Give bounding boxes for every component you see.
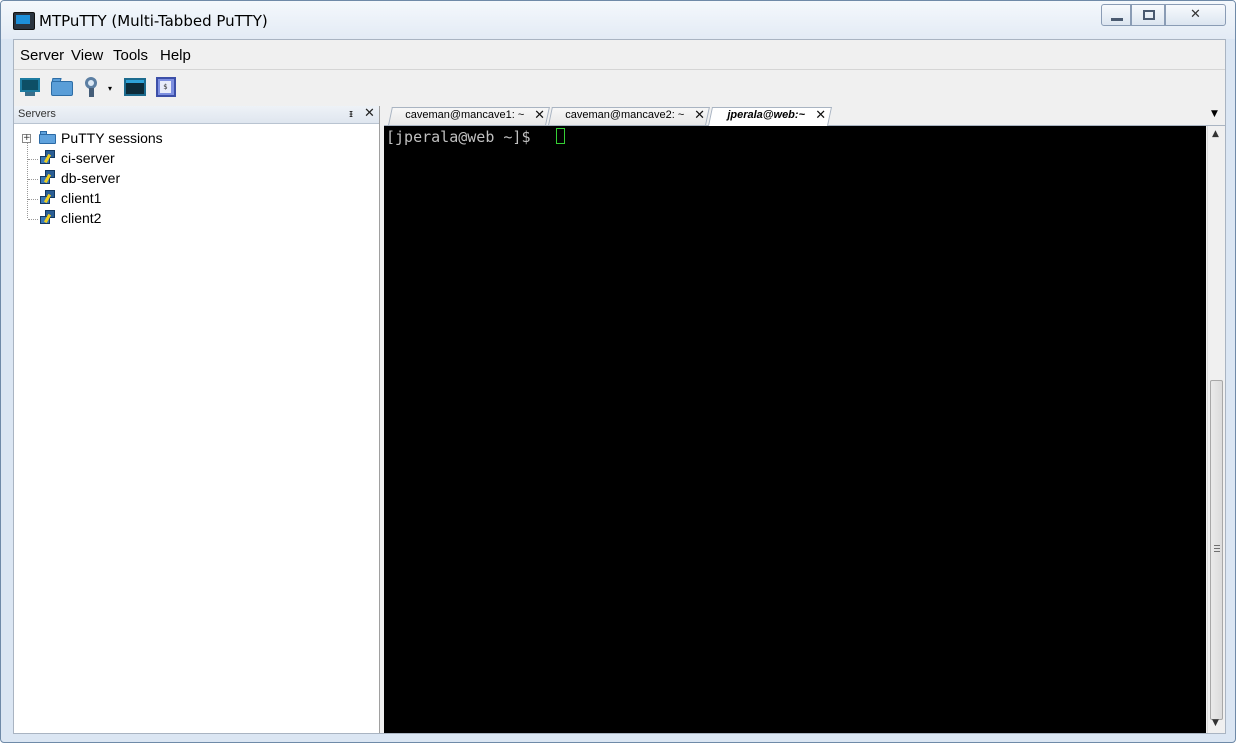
scroll-up-icon[interactable]: ▲	[1212, 129, 1219, 139]
terminal-window-bar	[126, 80, 144, 83]
servers-panel-title: Servers	[18, 108, 56, 120]
tree-root-putty-sessions[interactable]: + PuTTY sessions	[14, 128, 354, 148]
title-bar[interactable]: MTPuTTY (Multi-Tabbed PuTTY) ✕	[1, 1, 1235, 39]
menu-help[interactable]: Help	[160, 47, 191, 64]
tab-close-icon[interactable]: ✕	[534, 108, 545, 123]
tree-root-label: PuTTY sessions	[61, 130, 163, 146]
tree-item-client1[interactable]: client1	[14, 188, 354, 208]
expand-icon[interactable]: +	[22, 134, 31, 143]
tab-mancave1[interactable]: caveman@mancave1: ~ ✕	[388, 107, 550, 125]
scroll-down-icon[interactable]: ▼	[1212, 718, 1219, 728]
tab-label: caveman@mancave1: ~	[405, 109, 525, 121]
tree-item-label: db-server	[61, 170, 121, 186]
terminal-view[interactable]: [jperala@web ~]$	[384, 126, 1206, 733]
tab-label: caveman@mancave2: ~	[565, 109, 685, 121]
terminal-window-button[interactable]	[122, 76, 146, 98]
session-icon	[40, 150, 56, 166]
script-button[interactable]: $	[154, 76, 178, 98]
session-icon	[40, 190, 56, 206]
tab-web[interactable]: jperala@web:~ ✕	[707, 107, 833, 126]
window-title: MTPuTTY (Multi-Tabbed PuTTY)	[39, 12, 268, 30]
tab-close-icon[interactable]: ✕	[694, 108, 705, 123]
monitor-stand	[25, 92, 35, 96]
terminal-prompt: [jperala@web ~]$	[386, 128, 540, 146]
new-session-icon	[20, 78, 40, 92]
menu-tools[interactable]: Tools	[113, 47, 148, 64]
new-session-button[interactable]	[18, 76, 42, 98]
tab-list-dropdown-icon[interactable]: ▼	[1211, 109, 1218, 119]
tree-item-label: client1	[61, 190, 102, 206]
grip-line	[1214, 548, 1220, 549]
tab-close-icon[interactable]: ✕	[815, 108, 826, 123]
tree-item-label: client2	[61, 210, 102, 226]
client-area: Server View Tools Help ▾ $ Servers ᵻ ✕ +…	[13, 39, 1226, 734]
script-page: $	[160, 81, 171, 93]
app-window: MTPuTTY (Multi-Tabbed PuTTY) ✕ Server Vi…	[0, 0, 1236, 743]
close-icon: ✕	[1190, 7, 1201, 22]
tree-item-ci-server[interactable]: ci-server	[14, 148, 354, 168]
maximize-icon	[1143, 10, 1155, 20]
menu-server[interactable]: Server	[20, 47, 64, 64]
terminal-scrollbar[interactable]: ▲ ▼	[1207, 126, 1225, 733]
scroll-thumb[interactable]	[1210, 380, 1223, 720]
pin-icon[interactable]: ᵻ	[349, 107, 353, 120]
open-folder-icon	[51, 81, 73, 96]
grip-line	[1214, 551, 1220, 552]
tab-mancave2[interactable]: caveman@mancave2: ~ ✕	[548, 107, 710, 125]
maximize-button[interactable]	[1131, 4, 1165, 26]
session-icon	[40, 170, 56, 186]
tree-item-client2[interactable]: client2	[14, 208, 354, 228]
app-icon	[13, 12, 35, 30]
close-button[interactable]: ✕	[1165, 4, 1226, 26]
servers-panel-header: Servers ᵻ ✕	[14, 106, 379, 124]
minimize-icon	[1111, 18, 1123, 21]
grip-line	[1214, 545, 1220, 546]
menu-bar: Server View Tools Help	[14, 40, 1225, 70]
toolbar: ▾ $	[14, 70, 1225, 104]
open-folder-button[interactable]	[50, 76, 74, 98]
session-tab-strip: caveman@mancave1: ~ ✕ caveman@mancave2: …	[384, 106, 1225, 126]
tab-label: jperala@web:~	[727, 109, 805, 121]
minimize-button[interactable]	[1101, 4, 1131, 26]
panel-close-icon[interactable]: ✕	[364, 106, 375, 121]
folder-body-shape	[39, 134, 56, 144]
servers-panel: Servers ᵻ ✕ + PuTTY sessions ci-server d…	[14, 106, 380, 733]
menu-view[interactable]: View	[71, 47, 103, 64]
tree-item-label: ci-server	[61, 150, 115, 166]
find-dropdown-icon[interactable]: ▾	[108, 84, 112, 93]
find-handle	[89, 88, 94, 97]
terminal-cursor	[556, 128, 565, 144]
session-icon	[40, 210, 56, 226]
folder-icon	[39, 131, 56, 144]
tree-item-db-server[interactable]: db-server	[14, 168, 354, 188]
find-button[interactable]	[81, 76, 105, 98]
